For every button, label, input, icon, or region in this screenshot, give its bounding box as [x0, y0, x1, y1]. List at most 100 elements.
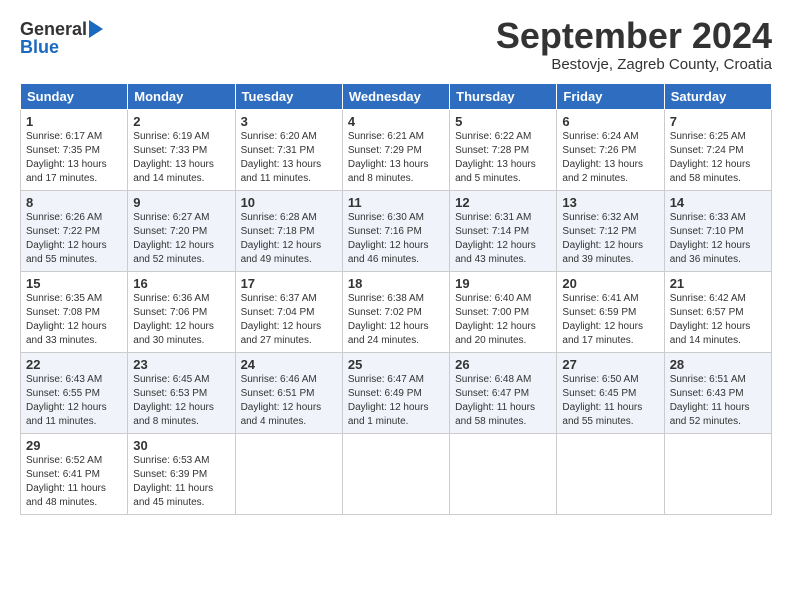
day-number: 27 — [562, 357, 658, 372]
table-row: 7Sunrise: 6:25 AMSunset: 7:24 PMDaylight… — [664, 109, 771, 190]
day-number: 9 — [133, 195, 229, 210]
day-number: 18 — [348, 276, 444, 291]
table-row: 17Sunrise: 6:37 AMSunset: 7:04 PMDayligh… — [235, 271, 342, 352]
table-row — [235, 433, 342, 514]
day-info: Sunrise: 6:27 AMSunset: 7:20 PMDaylight:… — [133, 211, 229, 267]
table-row: 27Sunrise: 6:50 AMSunset: 6:45 PMDayligh… — [557, 352, 664, 433]
day-info: Sunrise: 6:26 AMSunset: 7:22 PMDaylight:… — [26, 211, 122, 267]
calendar-week-row: 8Sunrise: 6:26 AMSunset: 7:22 PMDaylight… — [21, 190, 772, 271]
day-number: 11 — [348, 195, 444, 210]
table-row: 20Sunrise: 6:41 AMSunset: 6:59 PMDayligh… — [557, 271, 664, 352]
day-info: Sunrise: 6:45 AMSunset: 6:53 PMDaylight:… — [133, 373, 229, 429]
table-row: 13Sunrise: 6:32 AMSunset: 7:12 PMDayligh… — [557, 190, 664, 271]
logo-general-text: General — [20, 20, 87, 38]
header-friday: Friday — [557, 83, 664, 109]
table-row: 15Sunrise: 6:35 AMSunset: 7:08 PMDayligh… — [21, 271, 128, 352]
day-number: 10 — [241, 195, 337, 210]
table-row: 2Sunrise: 6:19 AMSunset: 7:33 PMDaylight… — [128, 109, 235, 190]
day-number: 5 — [455, 114, 551, 129]
table-row — [450, 433, 557, 514]
table-row: 6Sunrise: 6:24 AMSunset: 7:26 PMDaylight… — [557, 109, 664, 190]
table-row: 3Sunrise: 6:20 AMSunset: 7:31 PMDaylight… — [235, 109, 342, 190]
location-title: Bestovje, Zagreb County, Croatia — [496, 56, 772, 73]
day-info: Sunrise: 6:46 AMSunset: 6:51 PMDaylight:… — [241, 373, 337, 429]
calendar-table: Sunday Monday Tuesday Wednesday Thursday… — [20, 83, 772, 515]
table-row: 5Sunrise: 6:22 AMSunset: 7:28 PMDaylight… — [450, 109, 557, 190]
day-info: Sunrise: 6:35 AMSunset: 7:08 PMDaylight:… — [26, 292, 122, 348]
day-number: 8 — [26, 195, 122, 210]
day-number: 29 — [26, 438, 122, 453]
day-info: Sunrise: 6:40 AMSunset: 7:00 PMDaylight:… — [455, 292, 551, 348]
calendar-week-row: 29Sunrise: 6:52 AMSunset: 6:41 PMDayligh… — [21, 433, 772, 514]
day-info: Sunrise: 6:24 AMSunset: 7:26 PMDaylight:… — [562, 130, 658, 186]
day-number: 6 — [562, 114, 658, 129]
table-row — [557, 433, 664, 514]
table-row: 14Sunrise: 6:33 AMSunset: 7:10 PMDayligh… — [664, 190, 771, 271]
table-row: 19Sunrise: 6:40 AMSunset: 7:00 PMDayligh… — [450, 271, 557, 352]
day-number: 14 — [670, 195, 766, 210]
day-number: 28 — [670, 357, 766, 372]
table-row: 28Sunrise: 6:51 AMSunset: 6:43 PMDayligh… — [664, 352, 771, 433]
table-row: 21Sunrise: 6:42 AMSunset: 6:57 PMDayligh… — [664, 271, 771, 352]
month-title: September 2024 — [496, 16, 772, 56]
calendar-week-row: 15Sunrise: 6:35 AMSunset: 7:08 PMDayligh… — [21, 271, 772, 352]
table-row: 24Sunrise: 6:46 AMSunset: 6:51 PMDayligh… — [235, 352, 342, 433]
day-info: Sunrise: 6:42 AMSunset: 6:57 PMDaylight:… — [670, 292, 766, 348]
day-info: Sunrise: 6:51 AMSunset: 6:43 PMDaylight:… — [670, 373, 766, 429]
table-row: 26Sunrise: 6:48 AMSunset: 6:47 PMDayligh… — [450, 352, 557, 433]
table-row: 30Sunrise: 6:53 AMSunset: 6:39 PMDayligh… — [128, 433, 235, 514]
day-info: Sunrise: 6:17 AMSunset: 7:35 PMDaylight:… — [26, 130, 122, 186]
header-saturday: Saturday — [664, 83, 771, 109]
table-row: 12Sunrise: 6:31 AMSunset: 7:14 PMDayligh… — [450, 190, 557, 271]
day-info: Sunrise: 6:25 AMSunset: 7:24 PMDaylight:… — [670, 130, 766, 186]
page-container: General Blue September 2024 Bestovje, Za… — [0, 0, 792, 525]
day-number: 2 — [133, 114, 229, 129]
table-row: 9Sunrise: 6:27 AMSunset: 7:20 PMDaylight… — [128, 190, 235, 271]
day-number: 15 — [26, 276, 122, 291]
calendar-header-row: Sunday Monday Tuesday Wednesday Thursday… — [21, 83, 772, 109]
day-info: Sunrise: 6:41 AMSunset: 6:59 PMDaylight:… — [562, 292, 658, 348]
day-info: Sunrise: 6:50 AMSunset: 6:45 PMDaylight:… — [562, 373, 658, 429]
day-info: Sunrise: 6:38 AMSunset: 7:02 PMDaylight:… — [348, 292, 444, 348]
table-row: 22Sunrise: 6:43 AMSunset: 6:55 PMDayligh… — [21, 352, 128, 433]
header-thursday: Thursday — [450, 83, 557, 109]
day-number: 19 — [455, 276, 551, 291]
day-info: Sunrise: 6:21 AMSunset: 7:29 PMDaylight:… — [348, 130, 444, 186]
day-info: Sunrise: 6:36 AMSunset: 7:06 PMDaylight:… — [133, 292, 229, 348]
table-row: 4Sunrise: 6:21 AMSunset: 7:29 PMDaylight… — [342, 109, 449, 190]
day-info: Sunrise: 6:20 AMSunset: 7:31 PMDaylight:… — [241, 130, 337, 186]
day-info: Sunrise: 6:43 AMSunset: 6:55 PMDaylight:… — [26, 373, 122, 429]
day-info: Sunrise: 6:37 AMSunset: 7:04 PMDaylight:… — [241, 292, 337, 348]
table-row: 8Sunrise: 6:26 AMSunset: 7:22 PMDaylight… — [21, 190, 128, 271]
day-info: Sunrise: 6:48 AMSunset: 6:47 PMDaylight:… — [455, 373, 551, 429]
table-row: 25Sunrise: 6:47 AMSunset: 6:49 PMDayligh… — [342, 352, 449, 433]
calendar-week-row: 1Sunrise: 6:17 AMSunset: 7:35 PMDaylight… — [21, 109, 772, 190]
day-number: 30 — [133, 438, 229, 453]
day-number: 25 — [348, 357, 444, 372]
day-number: 23 — [133, 357, 229, 372]
day-number: 16 — [133, 276, 229, 291]
header-sunday: Sunday — [21, 83, 128, 109]
day-info: Sunrise: 6:22 AMSunset: 7:28 PMDaylight:… — [455, 130, 551, 186]
day-info: Sunrise: 6:30 AMSunset: 7:16 PMDaylight:… — [348, 211, 444, 267]
table-row: 16Sunrise: 6:36 AMSunset: 7:06 PMDayligh… — [128, 271, 235, 352]
table-row: 18Sunrise: 6:38 AMSunset: 7:02 PMDayligh… — [342, 271, 449, 352]
day-number: 4 — [348, 114, 444, 129]
title-block: September 2024 Bestovje, Zagreb County, … — [496, 16, 772, 73]
calendar-week-row: 22Sunrise: 6:43 AMSunset: 6:55 PMDayligh… — [21, 352, 772, 433]
header-monday: Monday — [128, 83, 235, 109]
day-info: Sunrise: 6:47 AMSunset: 6:49 PMDaylight:… — [348, 373, 444, 429]
day-info: Sunrise: 6:28 AMSunset: 7:18 PMDaylight:… — [241, 211, 337, 267]
table-row: 10Sunrise: 6:28 AMSunset: 7:18 PMDayligh… — [235, 190, 342, 271]
day-number: 17 — [241, 276, 337, 291]
table-row: 23Sunrise: 6:45 AMSunset: 6:53 PMDayligh… — [128, 352, 235, 433]
day-info: Sunrise: 6:52 AMSunset: 6:41 PMDaylight:… — [26, 454, 122, 510]
day-number: 3 — [241, 114, 337, 129]
header-tuesday: Tuesday — [235, 83, 342, 109]
day-info: Sunrise: 6:31 AMSunset: 7:14 PMDaylight:… — [455, 211, 551, 267]
logo-arrow-icon — [89, 20, 103, 38]
day-info: Sunrise: 6:33 AMSunset: 7:10 PMDaylight:… — [670, 211, 766, 267]
logo: General Blue — [20, 20, 103, 56]
day-number: 1 — [26, 114, 122, 129]
table-row: 1Sunrise: 6:17 AMSunset: 7:35 PMDaylight… — [21, 109, 128, 190]
